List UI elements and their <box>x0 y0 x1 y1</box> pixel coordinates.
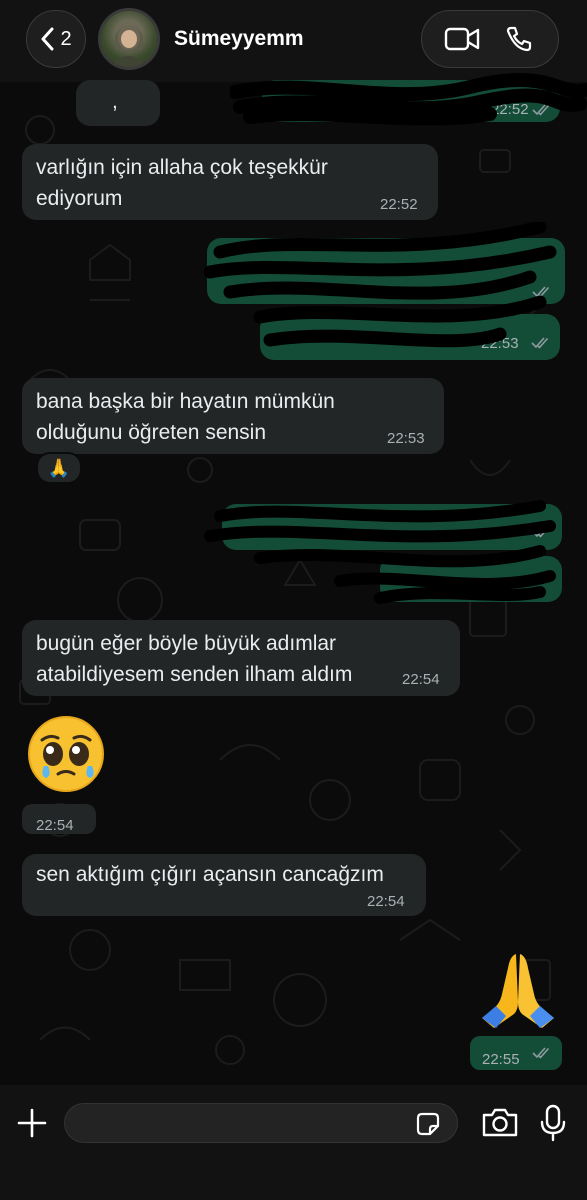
video-call-icon <box>444 27 480 51</box>
avatar[interactable] <box>98 8 160 70</box>
pleading-face-emoji <box>28 716 104 792</box>
plus-icon <box>17 1108 47 1138</box>
message-incoming[interactable]: bugün eğer böyle büyük adımlar atabildiy… <box>22 620 460 696</box>
microphone-icon <box>540 1104 566 1142</box>
chat-header: 2 Sümeyyemm <box>0 0 587 82</box>
message-text: , <box>112 90 118 113</box>
back-button[interactable]: 2 <box>26 10 86 68</box>
message-text-line: ediyorum <box>36 187 123 210</box>
emoji-message-time-pill: 22:55 <box>470 1036 562 1070</box>
message-text-line: bugün eğer böyle büyük adımlar <box>36 632 337 655</box>
message-incoming[interactable]: bana başka bir hayatın mümkün olduğunu ö… <box>22 378 444 454</box>
message-text-line: olduğunu öğreten sensin <box>36 421 267 444</box>
voice-call-button[interactable] <box>493 14 543 64</box>
redaction-scribble <box>203 222 557 348</box>
message-incoming[interactable]: varlığın için allaha çok teşekkür ediyor… <box>22 144 438 220</box>
phone-icon <box>506 26 532 52</box>
message-incoming[interactable]: , <box>76 80 160 126</box>
redaction-scribble <box>230 73 587 126</box>
attach-button[interactable] <box>14 1105 50 1141</box>
message-time: 22:53 <box>387 430 425 447</box>
message-text-line: bana başka bir hayatın mümkün <box>36 390 335 413</box>
message-time: 22:54 <box>367 893 405 910</box>
contact-name[interactable]: Sümeyyemm <box>174 27 304 51</box>
avatar-photo <box>109 24 149 67</box>
message-text-line: varlığın için allaha çok teşekkür <box>36 156 328 179</box>
camera-icon <box>482 1108 518 1137</box>
reaction-emoji: 🙏 <box>47 458 71 478</box>
composer-bar <box>0 1085 587 1200</box>
unread-count: 2 <box>60 27 72 50</box>
reaction-badge[interactable]: 🙏 <box>36 452 82 484</box>
message-incoming[interactable]: sen aktığım çığırı açansın cancağzım <box>22 854 426 916</box>
sticker-button[interactable] <box>415 1111 441 1137</box>
message-time: 22:54 <box>402 671 440 688</box>
emoji-message[interactable] <box>26 714 106 794</box>
sticker-icon <box>416 1112 440 1136</box>
message-time: 22:54 <box>36 817 74 834</box>
folded-hands-emoji <box>482 954 554 1028</box>
microphone-button[interactable] <box>538 1103 568 1143</box>
message-text-line: atabildiyesem senden ilham aldım <box>36 663 353 686</box>
message-time: 22:55 <box>482 1051 520 1068</box>
message-text: sen aktığım çığırı açansın cancağzım <box>36 863 384 886</box>
video-call-button[interactable] <box>437 14 487 64</box>
chevron-left-icon <box>41 27 54 51</box>
camera-button[interactable] <box>480 1105 520 1141</box>
emoji-message[interactable] <box>478 946 558 1030</box>
message-input[interactable] <box>64 1103 458 1143</box>
message-time: 22:52 <box>380 196 418 213</box>
read-ticks-icon <box>532 1047 550 1059</box>
emoji-message-time-pill: 22:54 <box>22 804 96 834</box>
call-actions <box>421 10 559 68</box>
redaction-scribble <box>204 500 556 604</box>
